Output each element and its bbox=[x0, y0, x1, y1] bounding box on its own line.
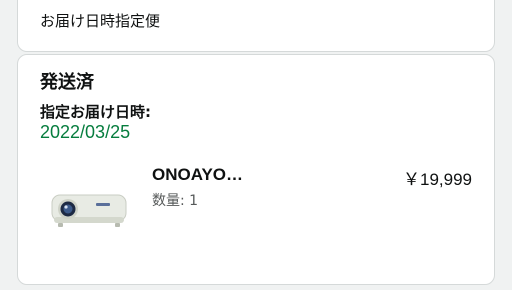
delivery-type-card: お届け日時指定便 bbox=[17, 0, 495, 52]
product-thumbnail[interactable] bbox=[48, 181, 130, 231]
product-price: ￥19,999 bbox=[403, 170, 472, 189]
product-name[interactable]: ONOAYO… bbox=[152, 165, 243, 185]
shipment-card: 発送済 指定お届け日時: 2022/03/25 ONOAYO… 数量: 1 ￥1… bbox=[17, 54, 495, 285]
delivery-date-label: 指定お届け日時: bbox=[40, 103, 151, 121]
shipment-status: 発送済 bbox=[40, 72, 94, 93]
delivery-date-value: 2022/03/25 bbox=[40, 122, 131, 142]
product-quantity: 数量: 1 bbox=[152, 193, 199, 209]
delivery-type-label: お届け日時指定便 bbox=[40, 12, 161, 30]
